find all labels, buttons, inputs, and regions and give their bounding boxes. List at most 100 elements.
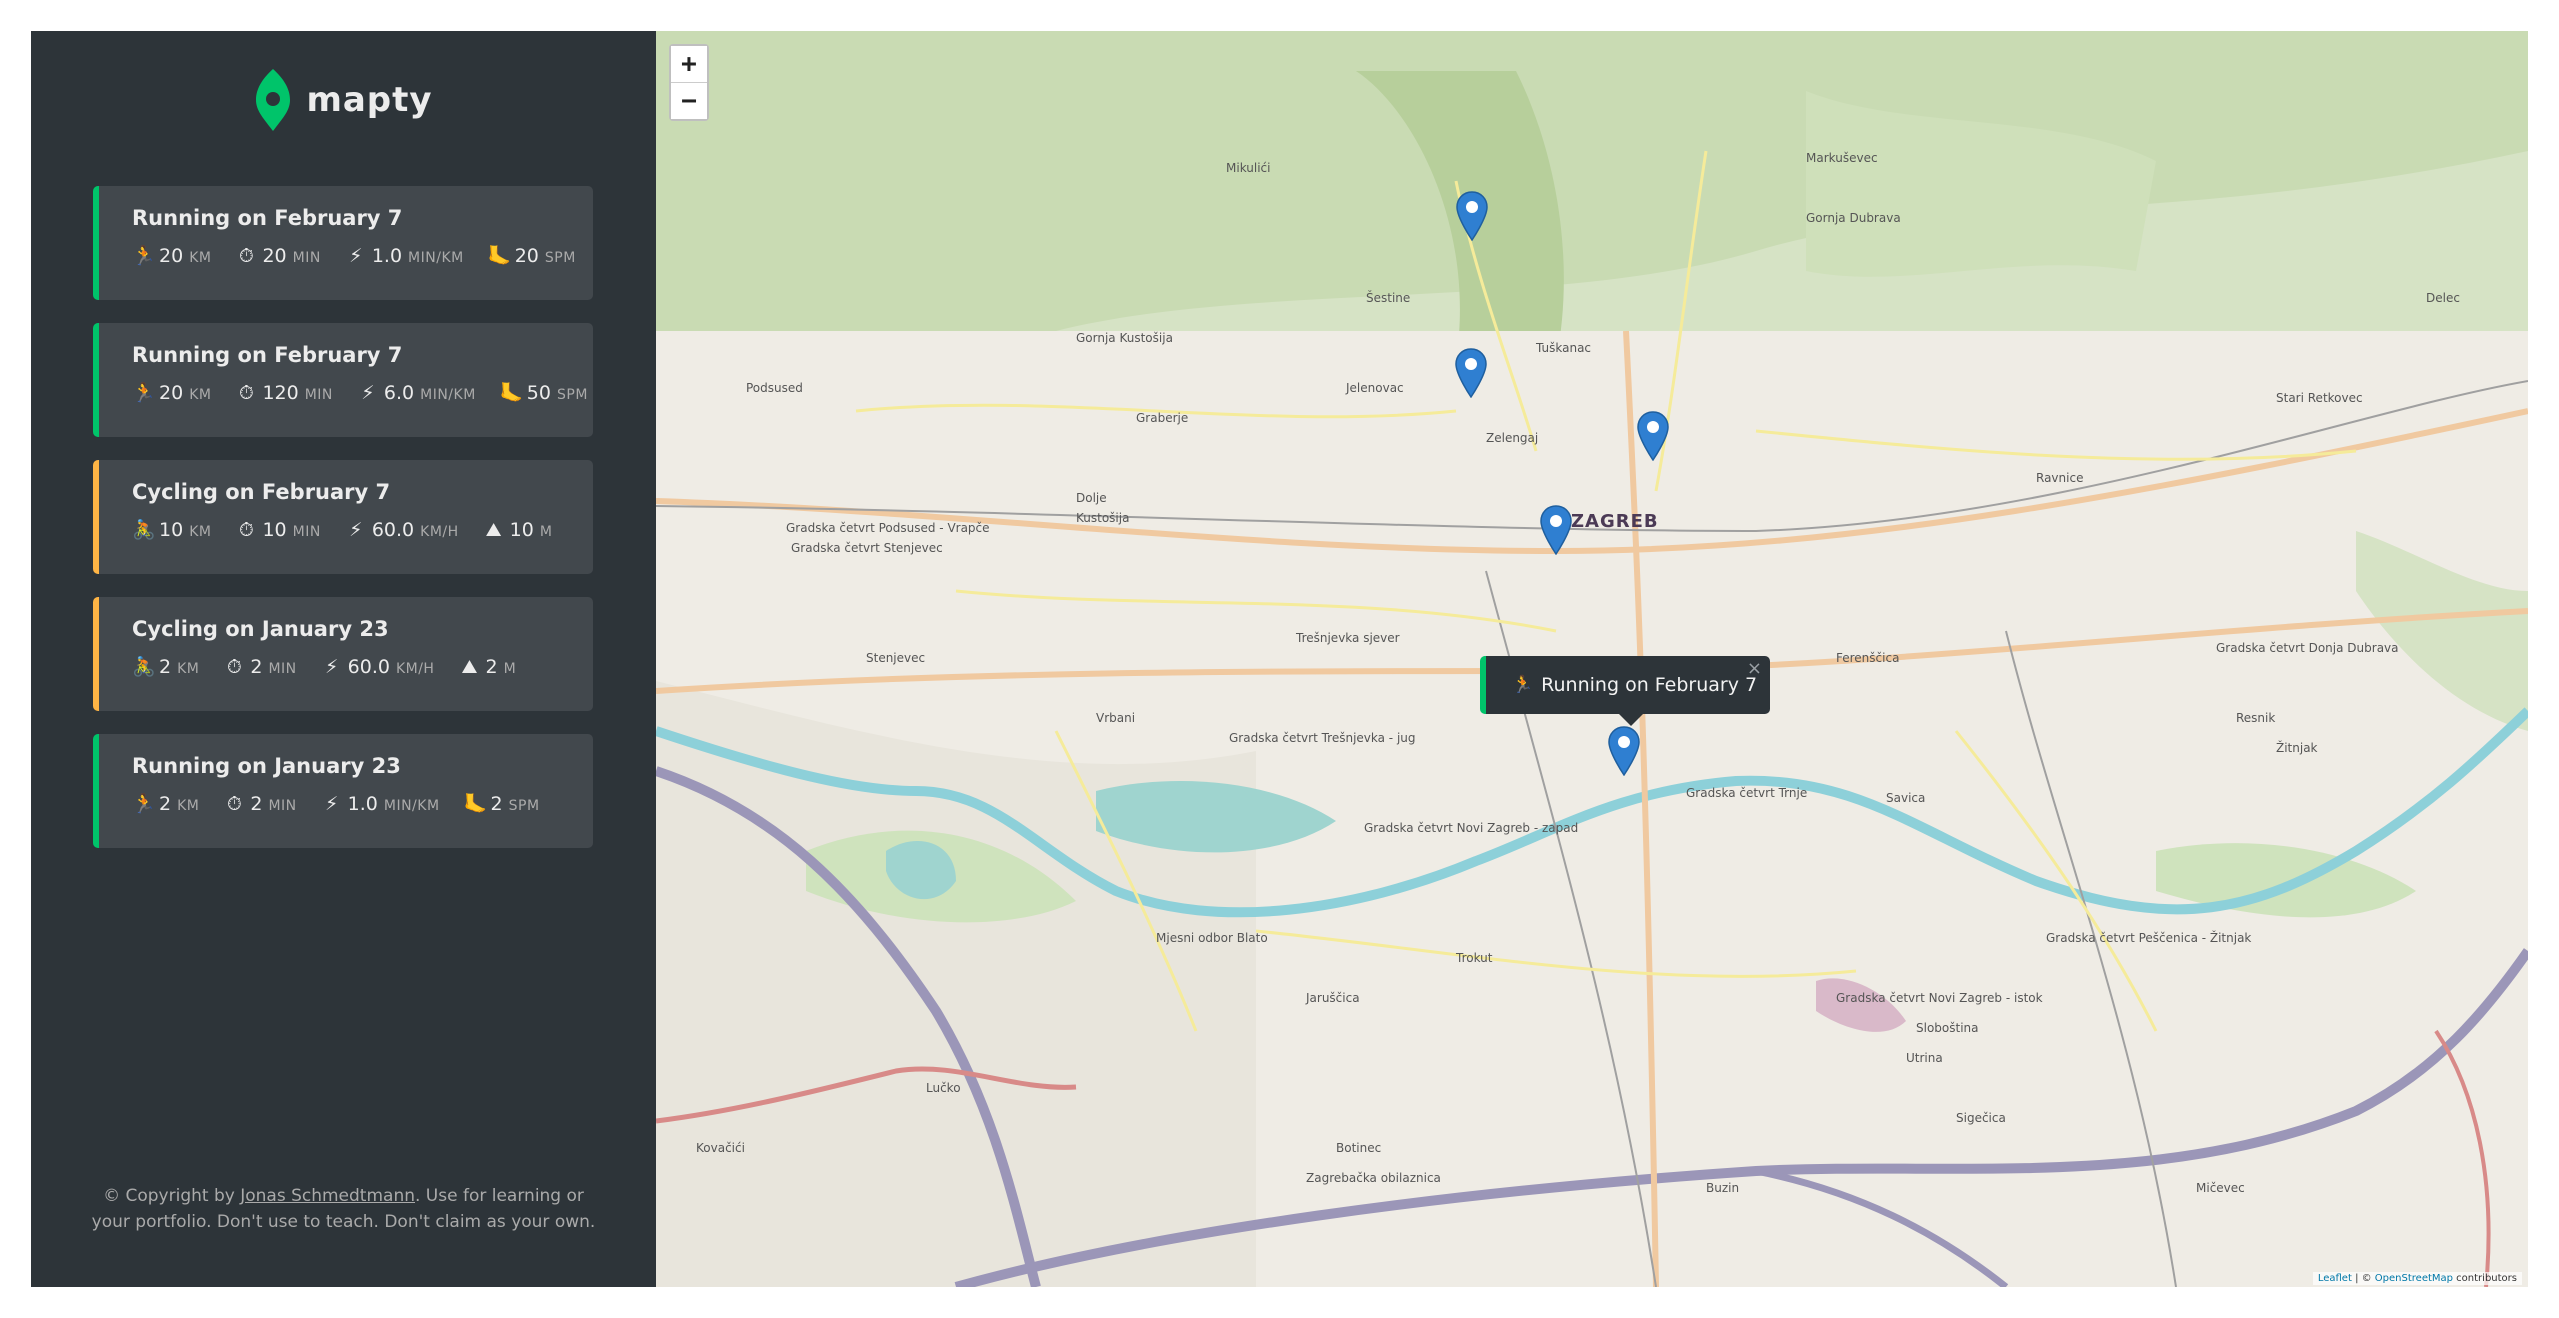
workout-cycling[interactable]: Cycling on January 23 🚴 2 KM ⏱ 2 MIN ⚡ 60.0 KM/H ⛰… [93,597,593,711]
map-label: Savica [1886,791,1926,805]
map-label: Kovačići [696,1141,745,1155]
footprint-icon: 🦶 [487,245,512,267]
zoom-in-button[interactable]: + [671,46,707,82]
pace-value: 1.0 [371,245,403,267]
map-marker[interactable] [1540,505,1572,555]
duration-value: 120 [262,382,299,404]
workout-popup[interactable]: 🏃 Running on February 7 × [1480,656,1770,714]
zoom-out-button[interactable]: − [671,82,707,119]
workout-running[interactable]: Running on February 7 🏃 20 KM ⏱ 20 MIN ⚡ 1.0 MIN/… [93,186,593,300]
map-marker[interactable] [1455,348,1487,398]
copyright-prefix: © Copyright by [103,1186,241,1206]
sidebar: mapty Running on February 7 🏃 20 KM ⏱ 20 MIN ⚡ 1… [31,31,656,1287]
stopwatch-icon: ⏱ [226,793,242,815]
map-label: Gradska četvrt Peščenica - Žitnjak [2046,931,2252,945]
workout-pace: ⚡ 60.0 KM/H [345,519,459,541]
distance-value: 2 [159,656,172,678]
distance-unit: KM [189,250,212,266]
map-label: Gradska četvrt Donja Dubrava [2216,641,2399,655]
map[interactable]: ZAGREB Gradska četvrt Podsused - Vrapče G… [656,31,2528,1287]
map-label: Mjesni odbor Blato [1156,931,1268,945]
workout-distance: 🚴 2 KM [132,655,199,678]
map-label: Sloboština [1916,1021,1979,1035]
map-label: Gradska četvrt Stenjevec [791,541,943,555]
pace-unit: KM/H [395,661,435,677]
map-label: Botinec [1336,1141,1382,1155]
pace-unit: MIN/KM [420,387,476,403]
distance-unit: KM [189,524,212,540]
map-label: Graberje [1136,411,1189,425]
mountain-icon: ⛰ [461,656,478,678]
workout-distance: 🏃 20 KM [132,244,211,267]
elevation-unit: M [503,661,517,677]
workout-list: Running on February 7 🏃 20 KM ⏱ 20 MIN ⚡ 1.0 MIN/… [93,186,593,871]
attribution-suffix: contributors [2453,1273,2517,1284]
map-label: Stenjevec [866,651,926,665]
map-label: Utrina [1906,1051,1943,1065]
distance-value: 20 [159,245,184,267]
elevation-value: 2 [485,656,498,678]
map-marker[interactable] [1608,726,1640,776]
map-label: Kustošija [1076,511,1130,525]
workout-duration: ⏱ 20 MIN [235,245,320,267]
lightning-icon: ⚡ [349,519,363,541]
duration-unit: MIN [292,250,321,266]
map-label: Resnik [2236,711,2276,725]
map-marker[interactable] [1456,191,1488,241]
pace-value: 60.0 [347,656,390,678]
workout-details: 🏃 20 KM ⏱ 120 MIN ⚡ 6.0 MIN/KM 🦶 50 SPM [132,381,593,404]
workout-distance: 🚴 10 KM [132,518,211,541]
workout-pace: ⚡ 1.0 MIN/KM [345,245,464,267]
duration-unit: MIN [268,661,297,677]
map-label: Mikulići [1226,161,1271,175]
workout-duration: ⏱ 2 MIN [223,793,296,815]
pace-value: 60.0 [371,519,415,541]
map-label: Šestine [1366,291,1411,305]
map-marker[interactable] [1637,411,1669,461]
workout-title: Running on January 23 [132,754,401,778]
close-icon[interactable]: × [1747,658,1762,679]
map-pin-logo-icon [256,69,291,131]
duration-unit: MIN [292,524,321,540]
map-label: Tuškanac [1536,341,1592,355]
map-label: Mičevec [2196,1181,2245,1195]
lightning-icon: ⚡ [361,382,375,404]
duration-value: 20 [262,245,287,267]
workout-duration: ⏱ 10 MIN [235,519,320,541]
stopwatch-icon: ⏱ [239,519,254,541]
stopwatch-icon: ⏱ [239,382,254,404]
map-label: Gradska četvrt Trnje [1686,786,1808,800]
workout-details: 🚴 10 KM ⏱ 10 MIN ⚡ 60.0 KM/H ⛰ 10 M [132,518,593,541]
distance-value: 2 [159,793,172,815]
author-link[interactable]: Jonas Schmedtmann [240,1186,415,1206]
mountain-icon: ⛰ [485,519,502,541]
map-label: Delec [2426,291,2460,305]
workout-pace: ⚡ 1.0 MIN/KM [321,793,440,815]
distance-unit: KM [189,387,212,403]
workout-pace: ⚡ 6.0 MIN/KM [357,382,476,404]
workout-running[interactable]: Running on February 7 🏃 20 KM ⏱ 120 MIN ⚡ 6.0 MIN… [93,323,593,437]
running-icon: 🏃 [132,793,156,815]
map-label: Ferenščica [1836,651,1900,665]
distance-unit: KM [177,798,200,814]
map-label: Jaruščica [1306,991,1360,1005]
map-label: Trešnjevka sjever [1296,631,1400,645]
workout-details: 🏃 2 KM ⏱ 2 MIN ⚡ 1.0 MIN/KM 🦶 2 SPM [132,792,593,815]
map-label: Gradska četvrt Novi Zagreb - istok [1836,991,2043,1005]
map-label: Dolje [1076,491,1107,505]
leaflet-link[interactable]: Leaflet [2318,1273,2352,1284]
footprint-icon: 🦶 [499,382,524,404]
map-label: Stari Retkovec [2276,391,2363,405]
workout-running[interactable]: Running on January 23 🏃 2 KM ⏱ 2 MIN ⚡ 1.0 MIN/KM… [93,734,593,848]
map-label: Zelengaj [1486,431,1539,445]
osm-link[interactable]: OpenStreetMap [2375,1273,2453,1284]
map-city-label: ZAGREB [1571,511,1659,532]
workout-cadence: 🦶 50 SPM [500,381,588,404]
map-label: Jelenovac [1346,381,1404,395]
copyright: © Copyright by Jonas Schmedtmann. Use fo… [91,1183,596,1235]
map-label: Trokut [1456,951,1493,965]
workout-cycling[interactable]: Cycling on February 7 🚴 10 KM ⏱ 10 MIN ⚡ 60.0 KM/… [93,460,593,574]
workout-details: 🚴 2 KM ⏱ 2 MIN ⚡ 60.0 KM/H ⛰ 2 M [132,655,593,678]
cadence-value: 20 [514,245,539,267]
workout-duration: ⏱ 120 MIN [235,382,332,404]
